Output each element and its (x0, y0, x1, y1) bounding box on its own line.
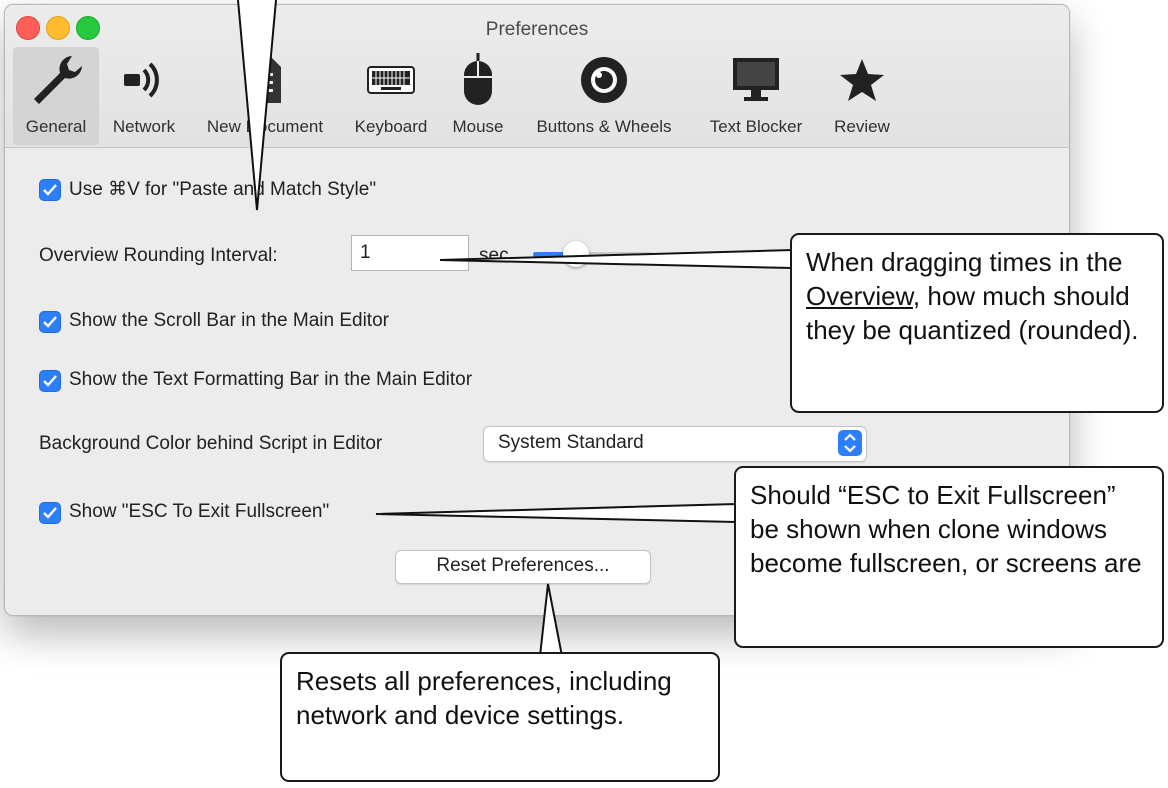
title-bar: Preferences General Network New Document… (5, 5, 1069, 148)
wrench-icon (26, 47, 86, 113)
checkmark-icon (43, 184, 57, 196)
background-color-value: System Standard (498, 432, 644, 453)
rounding-unit-label: sec (479, 245, 509, 266)
rounding-slider-track (583, 252, 653, 257)
esc-fullscreen-label: Show "ESC To Exit Fullscreen" (69, 501, 330, 522)
overview-link: Overview (806, 281, 913, 311)
esc-callout: Should “ESC to Exit Fullscreen” be shown… (734, 466, 1164, 648)
scroll-bar-checkbox[interactable] (39, 311, 61, 333)
rounding-interval-field[interactable] (351, 235, 469, 271)
tab-mouse[interactable]: Mouse (441, 47, 515, 145)
checkmark-icon (43, 375, 57, 387)
paste-match-style-checkbox[interactable] (39, 179, 61, 201)
tab-review[interactable]: Review (823, 47, 901, 145)
esc-fullscreen-checkbox[interactable] (39, 502, 61, 524)
reset-callout: Resets all preferences, including networ… (280, 652, 720, 782)
keyboard-icon (367, 47, 415, 113)
network-icon (122, 47, 166, 113)
rounding-slider-knob[interactable] (563, 241, 589, 267)
tab-new-document[interactable]: New Document (191, 47, 339, 145)
star-icon (838, 47, 886, 113)
rounding-callout: When dragging times in the Overview, how… (790, 233, 1164, 413)
rounding-interval-label: Overview Rounding Interval: (39, 245, 278, 266)
rounding-callout-text-start: When dragging times in the (806, 247, 1123, 277)
document-icon (247, 47, 283, 113)
wheel-icon (579, 47, 629, 113)
checkmark-icon (43, 507, 57, 519)
monitor-icon (732, 47, 780, 113)
paste-match-style-label: Use ⌘V for "Paste and Match Style" (69, 179, 377, 200)
tab-network[interactable]: Network (103, 47, 185, 145)
background-color-popup[interactable]: System Standard (483, 426, 867, 462)
formatting-bar-checkbox[interactable] (39, 370, 61, 392)
scroll-bar-label: Show the Scroll Bar in the Main Editor (69, 310, 389, 331)
checkmark-icon (43, 316, 57, 328)
mouse-icon (462, 47, 494, 113)
tab-text-blocker[interactable]: Text Blocker (693, 47, 819, 145)
reset-preferences-button[interactable]: Reset Preferences... (395, 550, 651, 584)
tab-buttons-wheels[interactable]: Buttons & Wheels (519, 47, 689, 145)
tab-general[interactable]: General (13, 47, 99, 145)
background-color-label: Background Color behind Script in Editor (39, 433, 383, 454)
popup-arrows-icon (838, 430, 862, 456)
formatting-bar-label: Show the Text Formatting Bar in the Main… (69, 369, 473, 390)
tab-keyboard[interactable]: Keyboard (345, 47, 437, 145)
window-title: Preferences (485, 19, 589, 40)
